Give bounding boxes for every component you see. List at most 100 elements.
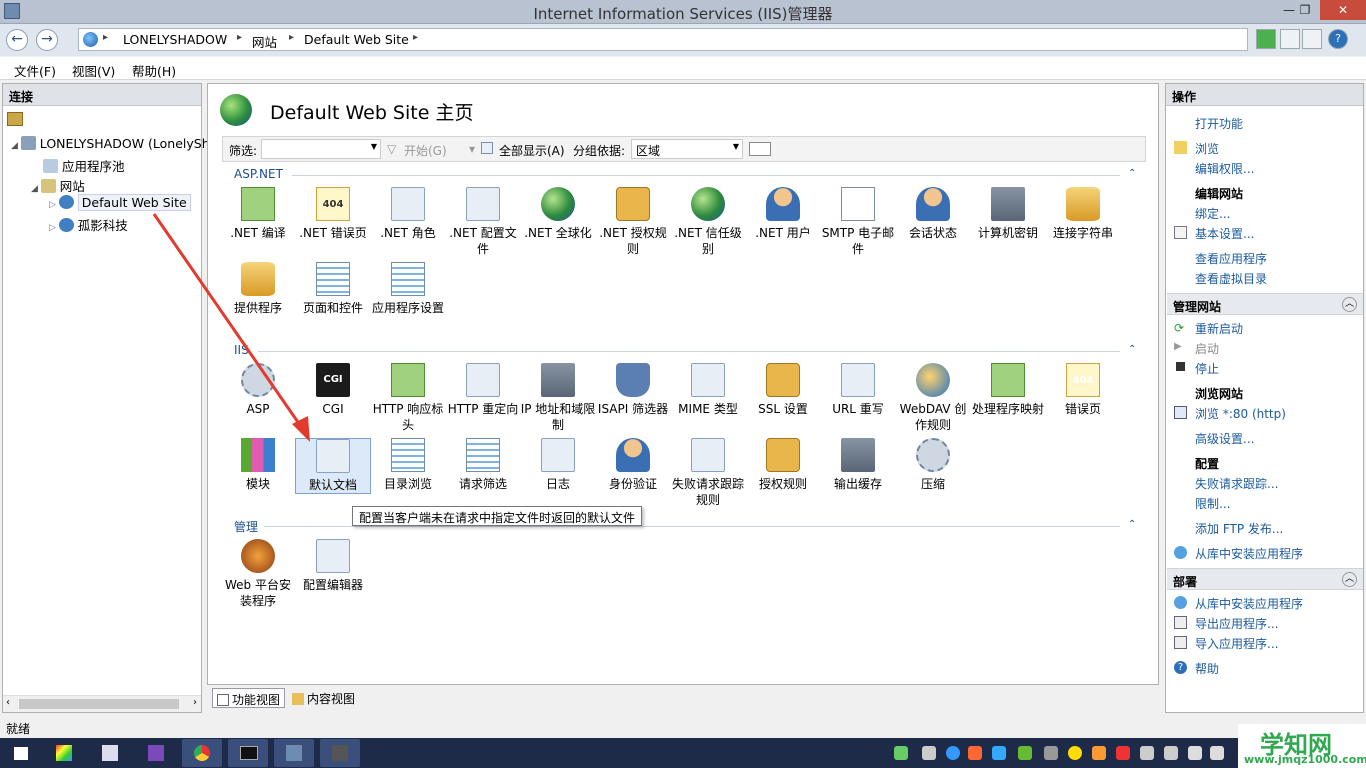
action-restart[interactable]: 重新启动 — [1195, 320, 1243, 337]
feature-row-iis2-2[interactable]: 目录浏览 — [370, 438, 446, 492]
action-help[interactable]: 帮助 — [1195, 660, 1219, 677]
tray-network-icon[interactable] — [1188, 746, 1202, 760]
feature-row-aspnet1-7[interactable]: .NET 用户 — [745, 187, 821, 241]
group-by-select[interactable]: 区域 ▼ — [631, 139, 743, 159]
feature-row-iis1-7[interactable]: SSL 设置 — [745, 363, 821, 417]
feature-row-aspnet2-2[interactable]: 应用程序设置 — [370, 262, 446, 316]
refresh-icon[interactable] — [1256, 29, 1276, 49]
home-icon[interactable] — [1302, 29, 1322, 49]
scrollbar-thumb[interactable] — [19, 699, 179, 709]
feature-row-iis2-6[interactable]: 失败请求跟踪规则 — [670, 438, 746, 508]
taskbar-app-other[interactable] — [320, 739, 360, 767]
feature-row-iis1-4[interactable]: IP 地址和域限制 — [520, 363, 596, 433]
action-browse-80[interactable]: 浏览 *:80 (http) — [1195, 405, 1286, 422]
tray-app-icon[interactable] — [946, 746, 960, 760]
feature-row-aspnet1-3[interactable]: .NET 配置文件 — [445, 187, 521, 257]
feature-row-iis2-9[interactable]: 压缩 — [895, 438, 971, 492]
action-failed-tracing[interactable]: 失败请求跟踪... — [1195, 475, 1278, 492]
feature-row-iis2-8[interactable]: 输出缓存 — [820, 438, 896, 492]
feature-row-aspnet1-4[interactable]: .NET 全球化 — [520, 187, 596, 241]
feature-row-iis1-6[interactable]: MIME 类型 — [670, 363, 746, 417]
feature-row-aspnet1-10[interactable]: 计算机密钥 — [970, 187, 1046, 241]
action-export-app[interactable]: 导出应用程序... — [1195, 615, 1278, 632]
collapse-icon[interactable]: ⌃ — [1128, 344, 1136, 355]
tray-volume-icon[interactable] — [1210, 746, 1224, 760]
feature-row-aspnet1-0[interactable]: .NET 编译 — [220, 187, 296, 241]
start-filter-button[interactable]: 开始(G) — [404, 142, 447, 159]
filter-input[interactable]: ▼ — [261, 139, 381, 159]
feature-row-iis2-4[interactable]: 日志 — [520, 438, 596, 492]
tab-features-view[interactable]: 功能视图 — [212, 688, 286, 708]
action-view-applications[interactable]: 查看应用程序 — [1195, 250, 1267, 267]
feature-row-aspnet1-5[interactable]: .NET 授权规则 — [595, 187, 671, 257]
feature-row-iis2-7[interactable]: 授权规则 — [745, 438, 821, 492]
feature-row-iis1-11[interactable]: 404 错误页 — [1045, 363, 1121, 417]
feature-row-iis2-0[interactable]: 模块 — [220, 438, 296, 492]
feature-row-aspnet1-8[interactable]: SMTP 电子邮件 — [820, 187, 896, 257]
feature-row-aspnet1-6[interactable]: .NET 信任级别 — [670, 187, 746, 257]
feature-row-iis2-3[interactable]: 请求筛选 — [445, 438, 521, 492]
taskbar-app-calculator[interactable] — [90, 739, 130, 767]
action-import-app[interactable]: 导入应用程序... — [1195, 635, 1278, 652]
horizontal-scrollbar[interactable]: ‹ › — [3, 695, 201, 712]
tray-app-icon[interactable] — [1164, 746, 1178, 760]
breadcrumb-site[interactable]: Default Web Site — [304, 32, 409, 47]
feature-row-iis1-3[interactable]: HTTP 重定向 — [445, 363, 521, 417]
connect-icon[interactable] — [7, 112, 23, 126]
collapse-icon[interactable]: ︿ — [1342, 572, 1357, 587]
action-install-gallery[interactable]: 从库中安装应用程序 — [1195, 545, 1303, 562]
feature-row-aspnet2-0[interactable]: 提供程序 — [220, 262, 296, 316]
menu-help[interactable]: 帮助(H) — [132, 61, 176, 80]
help-icon[interactable]: ? — [1328, 29, 1348, 49]
menu-view[interactable]: 视图(V) — [72, 61, 115, 80]
feature-row-aspnet1-9[interactable]: 会话状态 — [895, 187, 971, 241]
action-add-ftp[interactable]: 添加 FTP 发布... — [1195, 520, 1283, 537]
feature-row-iis2-1[interactable]: 默认文档 — [295, 438, 371, 494]
tray-app-icon[interactable] — [1044, 746, 1058, 760]
tray-app-icon[interactable] — [1068, 746, 1082, 760]
tray-app-icon[interactable] — [922, 746, 936, 760]
action-browse[interactable]: 浏览 — [1195, 140, 1219, 157]
action-edit-permissions[interactable]: 编辑权限... — [1195, 160, 1254, 177]
action-open-feature[interactable]: 打开功能 — [1195, 115, 1243, 132]
action-stop[interactable]: 停止 — [1195, 360, 1219, 377]
forward-button[interactable]: → — [36, 29, 58, 51]
tree-site-guying[interactable]: ▷ 孤影科技 — [49, 215, 128, 234]
feature-row-iis1-0[interactable]: ASP — [220, 363, 296, 417]
feature-row-iis1-9[interactable]: WebDAV 创作规则 — [895, 363, 971, 433]
taskbar-app-chrome[interactable] — [182, 739, 222, 767]
action-basic-settings[interactable]: 基本设置... — [1195, 225, 1254, 242]
feature-row-aspnet2-1[interactable]: 页面和控件 — [295, 262, 371, 316]
breadcrumb-sites[interactable]: 网站 — [252, 32, 277, 51]
tray-app-icon[interactable] — [1092, 746, 1106, 760]
collapse-icon[interactable]: ︿ — [1342, 297, 1357, 312]
collapse-icon[interactable]: ⌃ — [1128, 519, 1136, 530]
tray-app-icon[interactable] — [1116, 746, 1130, 760]
show-all-button[interactable]: 全部显示(A) — [499, 142, 565, 159]
feature-row-iis1-8[interactable]: URL 重写 — [820, 363, 896, 417]
tray-nvidia-icon[interactable] — [1018, 746, 1032, 760]
tree-server[interactable]: ◢ LONELYSHADOW (LonelySh — [11, 136, 210, 151]
taskbar-app-paint[interactable] — [44, 739, 84, 767]
taskbar-app-cmd[interactable] — [228, 739, 268, 767]
maximize-button[interactable]: ❐ — [1290, 0, 1320, 20]
feature-row-iis2-5[interactable]: 身份验证 — [595, 438, 671, 492]
action-view-vdirs[interactable]: 查看虚拟目录 — [1195, 270, 1267, 287]
feature-row-iis1-5[interactable]: ISAPI 筛选器 — [595, 363, 671, 417]
tray-app-icon[interactable] — [992, 746, 1006, 760]
feature-row-iis1-1[interactable]: CGI CGI — [295, 363, 371, 417]
tree-default-site[interactable]: ▷ Default Web Site — [49, 194, 191, 211]
tray-flag-icon[interactable] — [1140, 746, 1154, 760]
action-bindings[interactable]: 绑定... — [1195, 205, 1230, 222]
taskbar-app-iis[interactable] — [274, 739, 314, 767]
feature-row-mgmt-1[interactable]: 配置编辑器 — [295, 539, 371, 593]
close-button[interactable]: ✕ — [1320, 0, 1366, 20]
feature-row-mgmt-0[interactable]: Web 平台安装程序 — [220, 539, 296, 609]
start-button[interactable] — [4, 739, 38, 767]
breadcrumb[interactable]: ▸ LONELYSHADOW ▸ 网站 ▸ Default Web Site ▸ — [78, 28, 1248, 51]
feature-row-aspnet1-1[interactable]: 404 .NET 错误页 — [295, 187, 371, 241]
stop-icon[interactable] — [1280, 29, 1300, 49]
view-mode-icon[interactable] — [749, 142, 771, 156]
tray-battery-icon[interactable] — [894, 746, 908, 760]
back-button[interactable]: ← — [6, 29, 28, 51]
